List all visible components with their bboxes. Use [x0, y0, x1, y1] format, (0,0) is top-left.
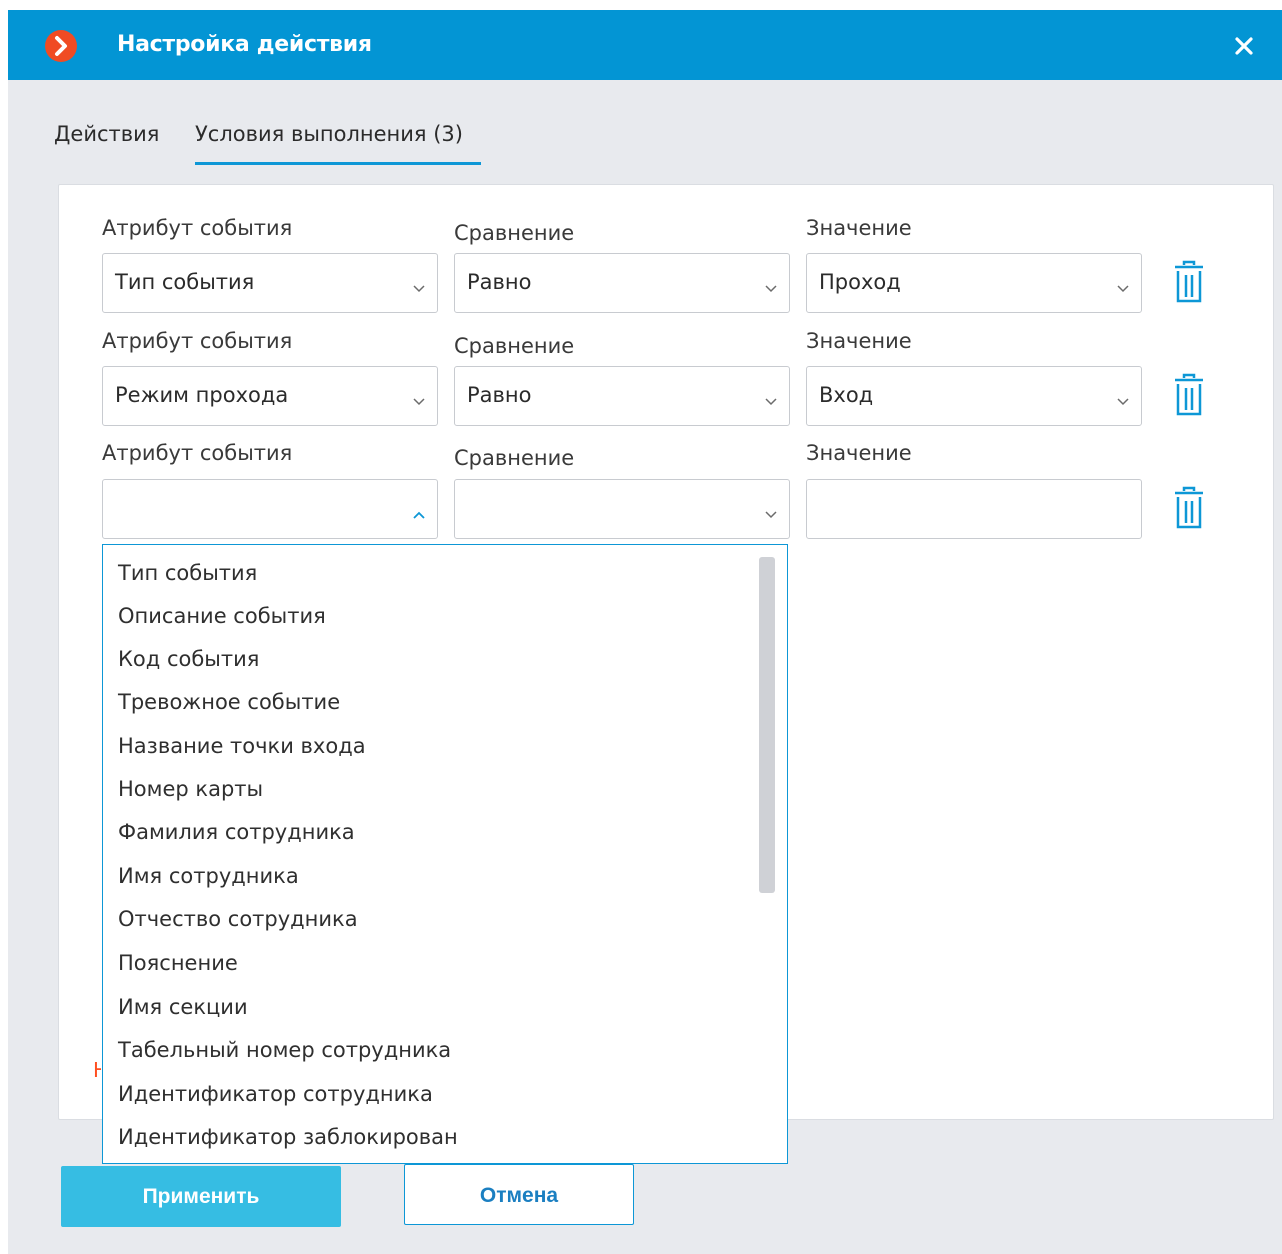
dialog-title: Настройка действия [117, 32, 372, 57]
trash-icon[interactable] [1172, 373, 1206, 417]
settings-dialog: Настройка действия Действия Условия выпо… [8, 10, 1282, 1254]
dropdown-item[interactable]: Название точки входа [118, 734, 366, 758]
cancel-button[interactable]: Отмена [404, 1164, 634, 1225]
value-select[interactable]: Вход [806, 366, 1142, 426]
value-input[interactable] [806, 479, 1142, 539]
value-label: Значение [806, 329, 912, 353]
dropdown-item[interactable]: Фамилия сотрудника [118, 820, 355, 844]
chevron-down-icon [1117, 278, 1129, 297]
comparison-label: Сравнение [454, 221, 575, 245]
attribute-label: Атрибут события [102, 329, 293, 353]
dropdown-item[interactable]: Отчество сотрудника [118, 907, 358, 931]
attribute-select[interactable]: Тип события [102, 253, 438, 313]
chevron-down-icon [413, 391, 425, 410]
tab-conditions[interactable]: Условия выполнения (3) [195, 122, 463, 146]
dropdown-item[interactable]: Тип события [118, 561, 257, 585]
dropdown-item[interactable]: Пояснение [118, 951, 238, 975]
attribute-label: Атрибут события [102, 216, 293, 240]
chevron-down-icon [413, 278, 425, 297]
value-label: Значение [806, 216, 912, 240]
value-select[interactable]: Проход [806, 253, 1142, 313]
dropdown-item[interactable]: Имя секции [118, 995, 248, 1019]
chevron-down-icon [765, 278, 777, 297]
trash-icon[interactable] [1172, 260, 1206, 304]
cancel-button-label: Отмена [479, 1184, 559, 1207]
apply-button[interactable]: Применить [61, 1166, 341, 1227]
dropdown-item[interactable]: Идентификатор заблокирован [118, 1125, 458, 1149]
dropdown-item[interactable]: Табельный номер сотрудника [118, 1038, 451, 1062]
dropdown-item[interactable]: Номер карты [118, 777, 263, 801]
dropdown-scrollbar-thumb[interactable] [759, 557, 775, 893]
dropdown-item[interactable]: Идентификатор сотрудника [118, 1082, 433, 1106]
chevron-up-icon [413, 504, 425, 523]
trash-icon[interactable] [1172, 486, 1206, 530]
close-icon[interactable] [1230, 32, 1258, 60]
attribute-select-open[interactable] [102, 479, 438, 539]
comparison-select[interactable]: Равно [454, 366, 790, 426]
attribute-select[interactable]: Режим прохода [102, 366, 438, 426]
value-select-value: Вход [819, 383, 874, 407]
title-bar: Настройка действия [8, 10, 1282, 80]
chevron-down-icon [765, 391, 777, 410]
attribute-select-value: Тип события [115, 270, 255, 294]
attribute-select-value: Режим прохода [115, 383, 289, 407]
tab-actions[interactable]: Действия [54, 122, 159, 146]
attribute-label: Атрибут события [102, 441, 293, 465]
value-label: Значение [806, 441, 912, 465]
dropdown-item[interactable]: Код события [118, 647, 259, 671]
attribute-dropdown-list: Тип события Описание события Код события… [102, 544, 788, 1164]
value-select-value: Проход [819, 270, 901, 294]
comparison-label: Сравнение [454, 334, 575, 358]
chevron-down-icon [1117, 391, 1129, 410]
dropdown-item[interactable]: Описание события [118, 604, 326, 628]
apply-button-label: Применить [142, 1185, 260, 1208]
dropdown-item[interactable]: Тревожное событие [118, 690, 340, 714]
chevron-down-icon [765, 504, 777, 523]
comparison-select-value: Равно [467, 383, 532, 407]
comparison-select[interactable] [454, 479, 790, 539]
comparison-select-value: Равно [467, 270, 532, 294]
dropdown-item[interactable]: Имя сотрудника [118, 864, 299, 888]
app-logo-icon [45, 30, 77, 62]
partially-hidden-red-text: Н [93, 1058, 101, 1082]
active-tab-indicator [195, 162, 481, 165]
comparison-select[interactable]: Равно [454, 253, 790, 313]
comparison-label: Сравнение [454, 446, 575, 470]
